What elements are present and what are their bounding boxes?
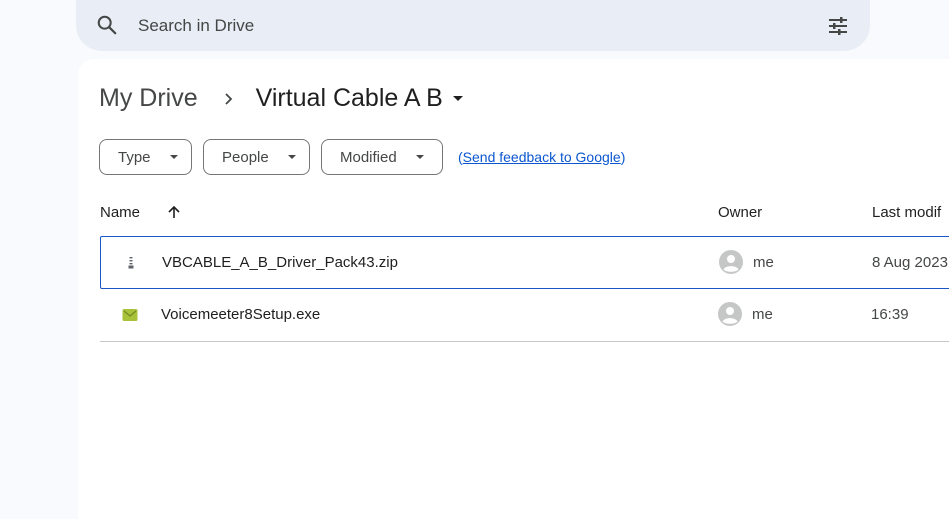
filter-type-label: Type (118, 148, 151, 166)
avatar (719, 250, 743, 274)
feedback-close-paren: ) (620, 149, 626, 165)
table-row[interactable]: VBCABLE_A_B_Driver_Pack43.zip me 8 Aug 2… (100, 236, 949, 289)
breadcrumb-my-drive[interactable]: My Drive (99, 84, 198, 113)
breadcrumb-current-folder[interactable]: Virtual Cable A B (256, 84, 443, 113)
feedback-text: (Send feedback to Google) (458, 149, 625, 165)
caret-down-icon (169, 155, 178, 159)
filter-people-label: People (222, 148, 269, 166)
last-modified: 8 Aug 2023 (872, 254, 948, 271)
file-name[interactable]: Voicemeeter8Setup.exe (161, 306, 320, 323)
filter-modified-chip[interactable]: Modified (321, 139, 443, 175)
owner-name: me (752, 306, 773, 323)
owner-name: me (753, 254, 774, 271)
main-panel: My Drive Virtual Cable A B Type People M… (78, 59, 949, 519)
send-feedback-link[interactable]: Send feedback to Google (463, 149, 621, 165)
caret-down-icon (415, 155, 424, 159)
chevron-right-icon (224, 92, 232, 105)
file-name[interactable]: VBCABLE_A_B_Driver_Pack43.zip (162, 254, 398, 271)
filter-people-chip[interactable]: People (203, 139, 310, 175)
caret-down-icon[interactable] (451, 94, 465, 104)
breadcrumb: My Drive Virtual Cable A B (99, 84, 465, 113)
zip-file-icon (128, 257, 134, 269)
column-header-name[interactable]: Name (100, 204, 140, 221)
caret-down-icon (287, 155, 296, 159)
row-divider (100, 341, 949, 342)
sort-ascending-icon[interactable] (167, 205, 181, 219)
search-input[interactable]: Search in Drive (138, 16, 254, 36)
exe-file-icon (122, 309, 138, 321)
last-modified: 16:39 (871, 306, 909, 323)
search-bar[interactable]: Search in Drive (76, 0, 870, 51)
filter-bar: Type People Modified (Send feedback to G… (99, 139, 625, 175)
avatar (718, 302, 742, 326)
search-icon[interactable] (96, 14, 118, 36)
filter-modified-label: Modified (340, 148, 397, 166)
filter-type-chip[interactable]: Type (99, 139, 192, 175)
table-row[interactable]: Voicemeeter8Setup.exe me 16:39 (100, 289, 949, 342)
search-options-icon[interactable] (826, 14, 850, 38)
column-header-last-modified[interactable]: Last modif (872, 204, 941, 221)
column-header-owner[interactable]: Owner (718, 204, 762, 221)
